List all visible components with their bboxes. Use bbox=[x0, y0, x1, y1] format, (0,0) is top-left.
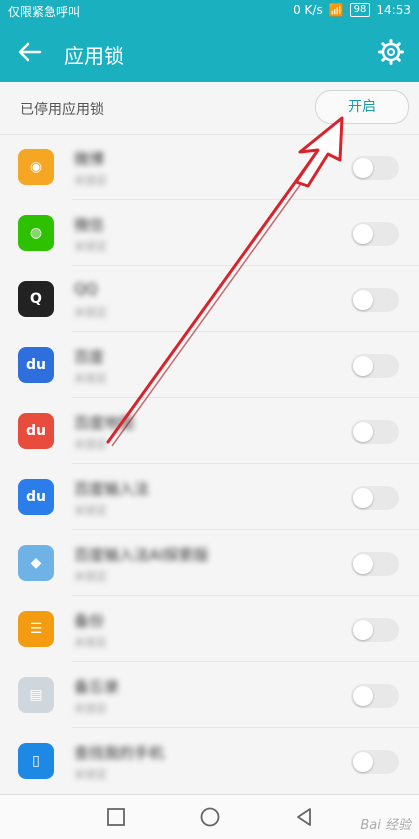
app-status: 未锁定 bbox=[74, 372, 107, 385]
lock-toggle[interactable] bbox=[351, 156, 399, 180]
status-icons: 0 K/s 📶 98 14:53 bbox=[293, 3, 411, 17]
app-lock-status-section: 已停用应用锁 开启 bbox=[0, 82, 419, 135]
lock-toggle[interactable] bbox=[351, 486, 399, 510]
lock-toggle[interactable] bbox=[351, 552, 399, 576]
baidu-map-icon: du bbox=[18, 413, 54, 449]
list-item: ☰ 备份 未锁定 bbox=[0, 596, 419, 662]
wifi-icon: 📶 bbox=[328, 3, 344, 17]
list-item: ▯ 查找我的手机 未锁定 bbox=[0, 728, 419, 794]
lock-toggle[interactable] bbox=[351, 288, 399, 312]
app-status: 未锁定 bbox=[74, 702, 107, 715]
home-icon[interactable] bbox=[198, 805, 222, 829]
app-name: 备忘录 bbox=[74, 678, 120, 696]
list-item: ◉ 微博 未锁定 bbox=[0, 134, 419, 200]
app-list: ◉ 微博 未锁定 ◍ 微信 未锁定 Q QQ 未锁定 du 百度 未锁定 du … bbox=[0, 134, 419, 794]
app-status: 未锁定 bbox=[74, 438, 107, 451]
network-speed: 0 K/s bbox=[293, 3, 323, 17]
lock-toggle[interactable] bbox=[351, 684, 399, 708]
wechat-icon: ◍ bbox=[18, 215, 54, 251]
app-name: 百度 bbox=[74, 348, 105, 366]
app-name: 微博 bbox=[74, 150, 105, 168]
app-name: 百度输入法 bbox=[74, 480, 150, 498]
app-bar: 应用锁 bbox=[0, 22, 419, 82]
lock-toggle[interactable] bbox=[351, 618, 399, 642]
app-name: 百度地图 bbox=[74, 414, 135, 432]
app-name: 百度输入法AI探索版 bbox=[74, 546, 209, 564]
app-name: 备份 bbox=[74, 612, 105, 630]
weibo-icon: ◉ bbox=[18, 149, 54, 185]
baidu-input-icon: du bbox=[18, 479, 54, 515]
app-status: 未锁定 bbox=[74, 504, 107, 517]
baidu-input-ai-icon: ◆ bbox=[18, 545, 54, 581]
list-item: du 百度输入法 未锁定 bbox=[0, 464, 419, 530]
list-item: du 百度 未锁定 bbox=[0, 332, 419, 398]
app-name: 查找我的手机 bbox=[74, 744, 165, 762]
app-status: 未锁定 bbox=[74, 636, 107, 649]
enable-button[interactable]: 开启 bbox=[315, 90, 409, 124]
gear-icon[interactable] bbox=[377, 38, 405, 66]
app-status: 未锁定 bbox=[74, 570, 107, 583]
lock-toggle[interactable] bbox=[351, 222, 399, 246]
disabled-label: 已停用应用锁 bbox=[20, 102, 104, 118]
list-item: ▤ 备忘录 未锁定 bbox=[0, 662, 419, 728]
list-item: Q QQ 未锁定 bbox=[0, 266, 419, 332]
watermark: Bai 经验 bbox=[360, 818, 411, 833]
app-name: 微信 bbox=[74, 216, 105, 234]
app-status: 未锁定 bbox=[74, 306, 107, 319]
lock-toggle[interactable] bbox=[351, 420, 399, 444]
system-nav-bar: Bai 经验 bbox=[0, 794, 419, 839]
backup-icon: ☰ bbox=[18, 611, 54, 647]
app-name: QQ bbox=[74, 280, 98, 298]
back-arrow-icon[interactable] bbox=[14, 36, 46, 68]
list-item: du 百度地图 未锁定 bbox=[0, 398, 419, 464]
baidu-icon: du bbox=[18, 347, 54, 383]
lock-toggle[interactable] bbox=[351, 354, 399, 378]
app-status: 未锁定 bbox=[74, 768, 107, 781]
find-phone-icon: ▯ bbox=[18, 743, 54, 779]
clock: 14:53 bbox=[376, 3, 411, 17]
app-status: 未锁定 bbox=[74, 240, 107, 253]
page-title: 应用锁 bbox=[64, 44, 124, 68]
battery-icon: 98 bbox=[349, 3, 371, 17]
notes-icon: ▤ bbox=[18, 677, 54, 713]
status-bar: 仅限紧急呼叫 0 K/s 📶 98 14:53 bbox=[0, 0, 419, 22]
list-item: ◆ 百度输入法AI探索版 未锁定 bbox=[0, 530, 419, 596]
lock-toggle[interactable] bbox=[351, 750, 399, 774]
qq-icon: Q bbox=[18, 281, 54, 317]
recent-apps-icon[interactable] bbox=[104, 805, 128, 829]
carrier-text: 仅限紧急呼叫 bbox=[8, 5, 81, 19]
app-status: 未锁定 bbox=[74, 174, 107, 187]
back-triangle-icon[interactable] bbox=[292, 805, 316, 829]
list-item: ◍ 微信 未锁定 bbox=[0, 200, 419, 266]
